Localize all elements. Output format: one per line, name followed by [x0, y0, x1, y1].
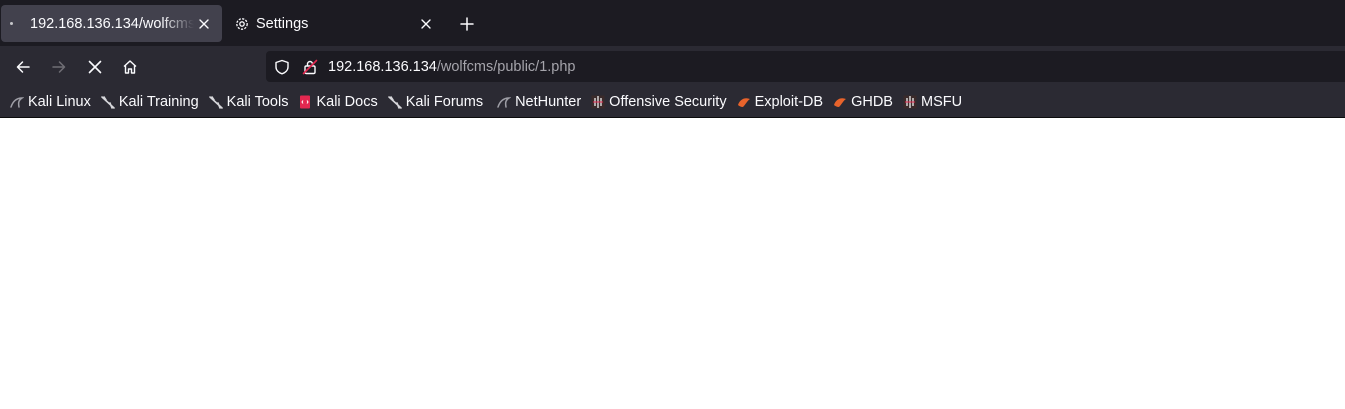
offsec-icon [903, 95, 917, 109]
address-bar[interactable]: 192.168.136.134/wolfcms/public/1.php [266, 51, 1345, 82]
tracking-shield-icon[interactable] [274, 59, 290, 75]
bookmark-label: Kali Training [118, 94, 199, 110]
forward-button[interactable] [46, 54, 72, 80]
bookmark-offensive-security[interactable]: Offensive Security [585, 90, 728, 114]
bookmark-msfu[interactable]: MSFU [897, 90, 964, 114]
stop-x-icon [88, 60, 102, 74]
url-text[interactable]: 192.168.136.134/wolfcms/public/1.php [328, 59, 575, 75]
bookmark-nethunter[interactable]: NetHunter [487, 90, 583, 114]
bookmark-label: Exploit-DB [754, 94, 824, 110]
ghdb-icon [834, 98, 847, 107]
bookmark-ghdb[interactable]: GHDB [827, 90, 895, 114]
tab-strip: 192.168.136.134/wolfcms/public/1.php Set… [0, 0, 1345, 46]
tab-settings[interactable]: Settings [226, 5, 444, 42]
bookmark-exploit-db[interactable]: Exploit-DB [731, 90, 826, 114]
new-tab-button[interactable] [456, 13, 478, 35]
offsec-icon [591, 95, 605, 109]
exploit-db-icon [737, 98, 750, 107]
url-path: /wolfcms/public/1.php [436, 58, 576, 75]
navigation-toolbar: 192.168.136.134/wolfcms/public/1.php [0, 46, 1345, 87]
kali-dragon-icon [10, 97, 24, 108]
bookmark-kali-docs[interactable]: Kali Docs [292, 90, 379, 114]
url-host: 192.168.136.134 [328, 58, 437, 75]
bookmark-kali-linux[interactable]: Kali Linux [0, 90, 93, 114]
bookmarks-toolbar: Kali Linux Kali Training Kali Tools Kali… [0, 87, 1345, 118]
home-icon [123, 60, 137, 74]
gear-icon [236, 17, 248, 30]
bookmark-label: Kali Docs [316, 94, 378, 110]
close-tab-icon[interactable] [418, 16, 434, 32]
kali-docs-icon [300, 95, 311, 109]
nethunter-icon [497, 97, 512, 108]
kali-dragon-icon [387, 96, 402, 109]
bookmark-kali-forums[interactable]: Kali Forums [382, 90, 485, 114]
bookmark-kali-tools[interactable]: Kali Tools [203, 90, 291, 114]
kali-dragon-icon [208, 96, 223, 109]
tab-title: Settings [256, 15, 309, 32]
arrow-left-icon [16, 61, 30, 73]
bookmark-label: Kali Forums [405, 94, 484, 110]
plus-icon [460, 17, 474, 31]
stop-button[interactable] [82, 54, 108, 80]
bookmark-label: Kali Tools [226, 94, 289, 110]
kali-dragon-icon [101, 96, 115, 109]
bookmark-label: Offensive Security [609, 94, 727, 110]
bookmark-kali-training[interactable]: Kali Training [95, 90, 201, 114]
arrow-right-icon [52, 61, 66, 73]
tab-title: 192.168.136.134/wolfcms/public/1.php [30, 15, 194, 32]
close-tab-icon[interactable] [196, 16, 212, 32]
tab-current-page[interactable]: 192.168.136.134/wolfcms/public/1.php [1, 5, 222, 42]
bookmark-label: NetHunter [515, 94, 582, 110]
back-button[interactable] [10, 54, 36, 80]
loading-dot-icon [10, 22, 13, 25]
bookmark-label: GHDB [851, 94, 893, 110]
home-button[interactable] [117, 54, 143, 80]
page-content-area [0, 118, 1345, 409]
bookmark-label: Kali Linux [28, 94, 91, 110]
bookmark-label: MSFU [920, 94, 963, 110]
insecure-lock-icon[interactable] [302, 59, 318, 75]
